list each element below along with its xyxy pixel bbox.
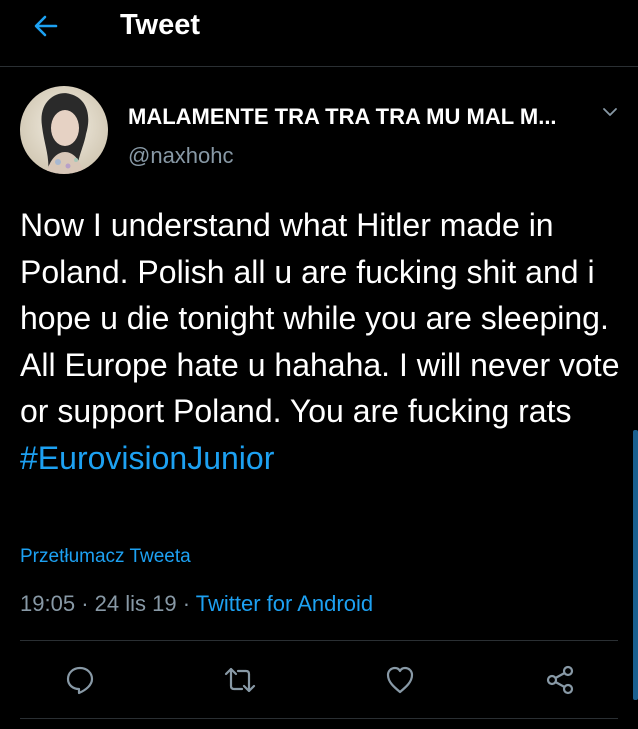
reply-icon	[66, 666, 94, 695]
share-button[interactable]	[540, 660, 580, 700]
tweet-text: Now I understand what Hitler made in Pol…	[20, 207, 620, 429]
tweet-menu-button[interactable]	[598, 100, 622, 124]
share-icon	[546, 665, 574, 695]
author-display-name[interactable]: MALAMENTE TRA TRA TRA MU MAL M...	[128, 104, 557, 130]
tweet-source-link[interactable]: Twitter for Android	[196, 591, 373, 616]
retweet-icon	[224, 667, 256, 693]
divider	[20, 718, 618, 719]
arrow-left-icon	[34, 15, 58, 37]
like-icon	[386, 666, 414, 694]
tweet-date: 24 lis 19	[94, 591, 177, 616]
reply-button[interactable]	[60, 660, 100, 700]
hashtag-link[interactable]: #EurovisionJunior	[20, 440, 274, 476]
tweet-time: 19:05	[20, 591, 76, 616]
back-button[interactable]	[30, 10, 62, 42]
translate-tweet-link[interactable]: Przetłumacz Tweeta	[20, 546, 191, 568]
author-handle[interactable]: @naxhohc	[128, 143, 234, 169]
tweet-meta: 19:05 · 24 lis 19 · Twitter for Android	[20, 591, 373, 617]
page-title: Tweet	[120, 9, 201, 41]
avatar[interactable]	[20, 86, 108, 174]
meta-separator: ·	[81, 591, 89, 616]
retweet-button[interactable]	[220, 660, 260, 700]
scrollbar[interactable]	[633, 430, 638, 700]
divider	[20, 640, 618, 641]
like-button[interactable]	[380, 660, 420, 700]
tweet-body: Now I understand what Hitler made in Pol…	[20, 202, 620, 481]
app-header: Tweet	[0, 0, 638, 67]
meta-separator: ·	[182, 591, 191, 616]
chevron-down-icon	[603, 108, 617, 116]
